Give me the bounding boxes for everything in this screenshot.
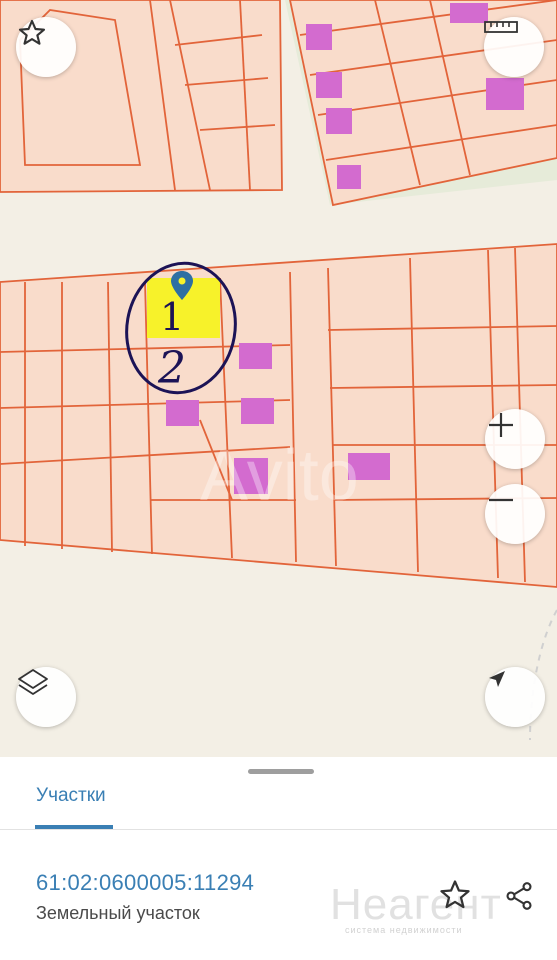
share-icon [506,882,532,910]
favorite-parcel-button[interactable] [435,875,475,915]
minus-icon [489,498,513,502]
map-watermark: Avito [200,436,359,516]
plus-icon [489,413,513,437]
tab-divider [0,829,557,830]
star-outline-icon [440,880,470,909]
map-view[interactable]: 1 2 Avito [0,0,557,757]
layers-icon [18,669,48,695]
favorite-button[interactable] [16,17,76,77]
navigation-arrow-icon [489,671,505,687]
ruler-button[interactable] [484,17,544,77]
star-outline-icon [18,19,46,45]
my-location-button[interactable] [485,667,545,727]
ruler-icon [484,21,518,33]
parcel-type: Земельный участок [36,903,200,923]
zoom-out-button[interactable] [485,484,545,544]
zoom-in-button[interactable] [485,409,545,469]
watermark-logo: Неагент [330,880,502,929]
sheet-drag-handle[interactable] [248,769,314,774]
annotation-number-1: 1 [160,295,184,339]
cadastral-number[interactable]: 61:02:0600005:11294 [36,870,254,896]
layers-button[interactable] [16,667,76,727]
watermark-tagline: система недвижимости [345,925,463,935]
cadastral-map[interactable]: 1 2 Avito [0,0,557,757]
tab-parcels[interactable]: Участки [36,785,106,807]
annotation-number-2: 2 [157,343,186,394]
parcel-block-middle [0,243,557,588]
share-button[interactable] [500,877,538,915]
